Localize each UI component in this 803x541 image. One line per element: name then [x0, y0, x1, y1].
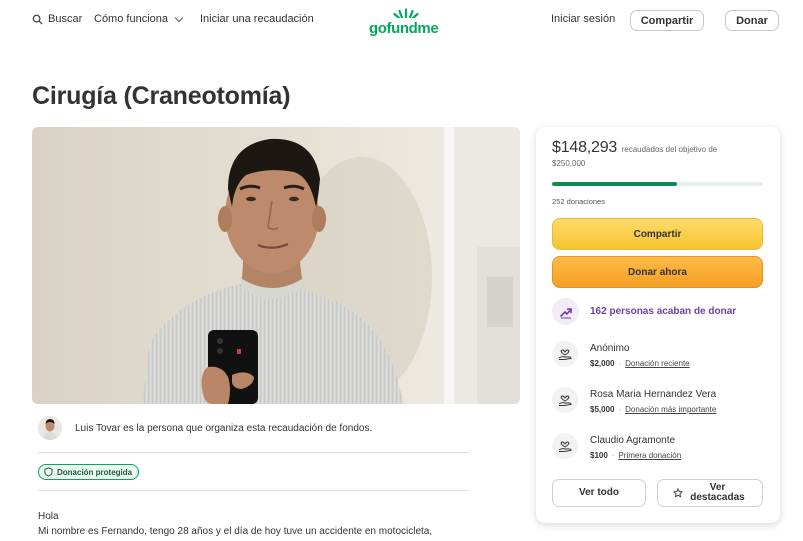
search-icon: [32, 14, 43, 25]
chevron-down-icon: [174, 13, 184, 22]
raised-amount: $148,293: [552, 139, 618, 156]
heart-hand-icon: [558, 349, 572, 360]
donor-meta: $5,000 · Donación más importante: [590, 405, 716, 414]
campaign-photo[interactable]: [32, 127, 520, 404]
donor-amount: $2,000: [590, 359, 615, 368]
raised-summary: $148,293 recaudados del objetivo de $250…: [552, 139, 748, 170]
logo-text: gofundme: [369, 20, 439, 37]
divider: [38, 490, 469, 491]
how-it-works-label: Cómo funciona: [94, 13, 168, 25]
search-label: Buscar: [48, 13, 83, 25]
donor-meta: $100 · Primera donación: [590, 451, 681, 460]
search-link[interactable]: Buscar: [32, 13, 82, 25]
logo-sun-icon: [393, 8, 419, 18]
separator-dot: ·: [611, 451, 615, 460]
star-icon: [672, 488, 683, 498]
progress-bar: [552, 182, 763, 186]
see-top-donations-button[interactable]: Ver destacadas: [657, 479, 763, 507]
see-all-button[interactable]: Ver todo: [552, 479, 646, 507]
gofundme-logo[interactable]: gofundme: [368, 8, 444, 37]
protected-donation-badge[interactable]: Donación protegida: [38, 464, 140, 480]
story-line: Hola: [38, 511, 59, 522]
donor-tag-link[interactable]: Primera donación: [618, 451, 681, 460]
heart-hand-icon: [558, 441, 572, 452]
share-button-top[interactable]: Compartir: [630, 10, 704, 31]
start-fundraiser-link[interactable]: Iniciar una recaudación: [200, 13, 314, 25]
donate-button-top[interactable]: Donar: [725, 10, 779, 31]
page-title: Cirugía (Craneotomía): [32, 82, 291, 110]
sign-in-link[interactable]: Iniciar sesión: [551, 13, 615, 25]
share-button[interactable]: Compartir: [552, 218, 763, 250]
separator-dot: ·: [618, 359, 622, 368]
donor-tag-link[interactable]: Donación más importante: [625, 405, 716, 414]
separator-dot: ·: [618, 405, 622, 414]
trending-up-icon: [559, 307, 572, 318]
campaign-photo-illustration: [32, 127, 520, 404]
donor-tag-link[interactable]: Donación reciente: [625, 359, 689, 368]
progress-bar-fill: [552, 182, 678, 186]
see-top-label: Ver destacadas: [690, 482, 745, 503]
donor-name: Rosa Maria Hernandez Vera: [590, 389, 717, 400]
story-text: Hola Mi nombre es Fernando, tengo 28 año…: [38, 509, 432, 539]
recent-donors-text: 162 personas acaban de donar: [590, 306, 737, 317]
shield-icon: [44, 467, 53, 477]
protected-donation-label: Donación protegida: [57, 467, 133, 477]
organizer-avatar[interactable]: [38, 416, 62, 440]
donation-hand-icon: [552, 341, 578, 367]
how-it-works-menu[interactable]: Cómo funciona: [94, 13, 184, 25]
heart-hand-icon: [558, 395, 572, 406]
donation-hand-icon: [552, 387, 578, 413]
donor-name: Anónimo: [590, 343, 630, 354]
organizer-text: Luis Tovar es la persona que organiza es…: [75, 423, 373, 434]
donation-hand-icon: [552, 433, 578, 459]
donations-count: 252 donaciones: [552, 197, 605, 206]
donor-name: Claudio Agramonte: [590, 435, 676, 446]
divider: [38, 452, 469, 453]
trending-badge: [552, 298, 579, 325]
donation-card: $148,293 recaudados del objetivo de $250…: [536, 127, 780, 523]
organizer-avatar-image: [38, 416, 62, 440]
top-nav: Buscar Cómo funciona Iniciar una recauda…: [0, 0, 803, 40]
donor-amount: $100: [590, 451, 608, 460]
story-line: Mi nombre es Fernando, tengo 28 años y e…: [38, 526, 433, 537]
donor-amount: $5,000: [590, 405, 615, 414]
donor-meta: $2,000 · Donación reciente: [590, 359, 690, 368]
donate-now-button[interactable]: Donar ahora: [552, 256, 763, 288]
